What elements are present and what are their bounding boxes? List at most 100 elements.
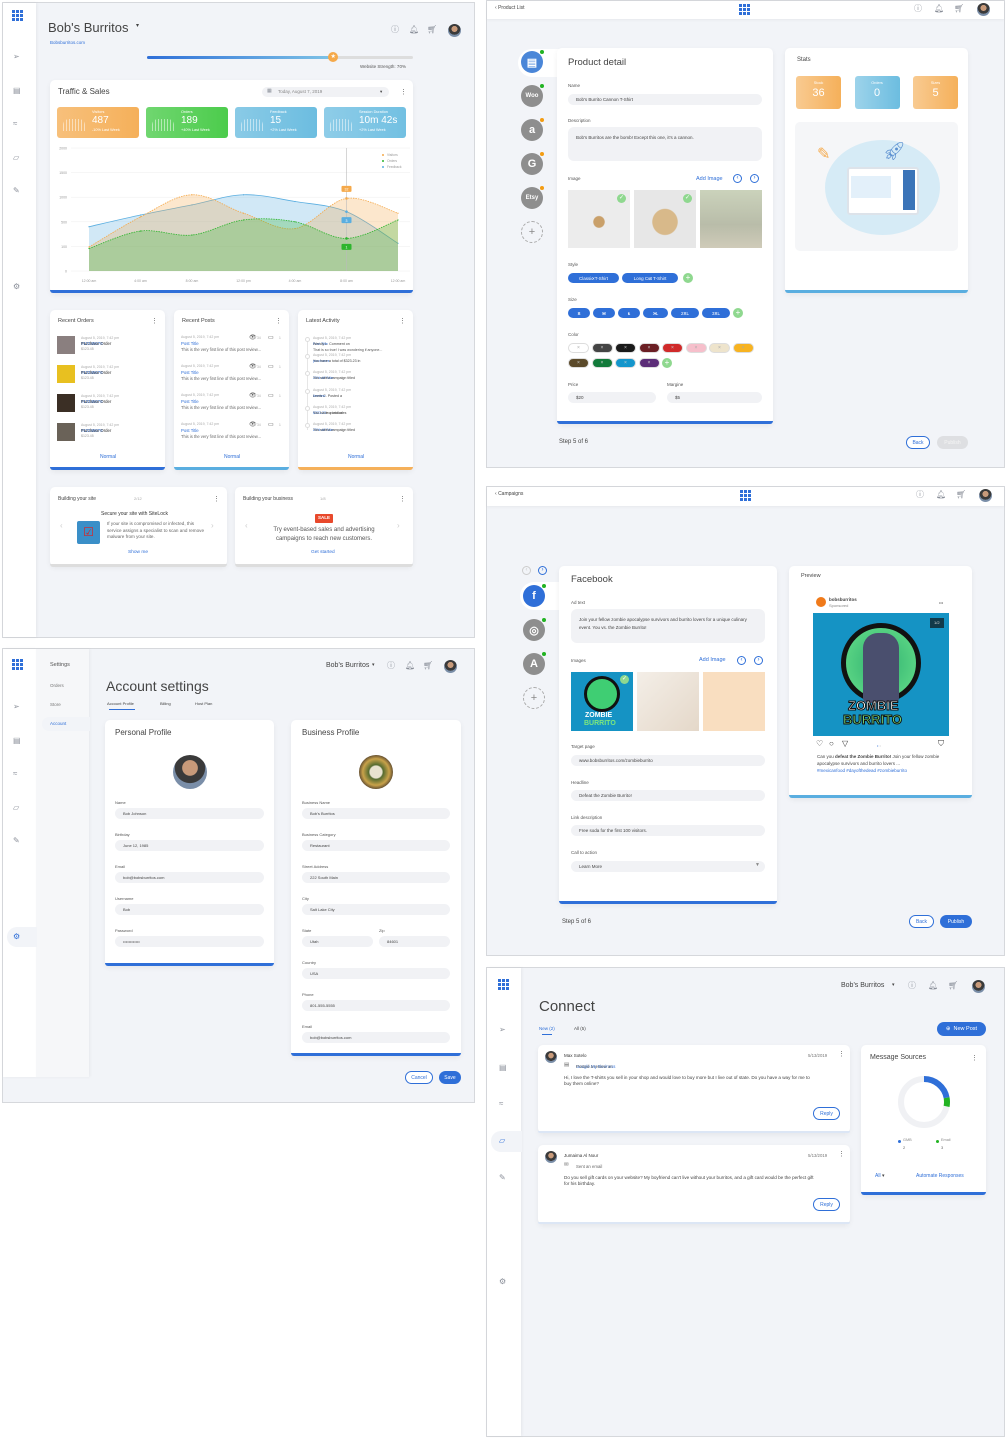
- size-chip[interactable]: XL ×: [643, 308, 668, 318]
- remove-icon[interactable]: ×: [603, 311, 606, 316]
- brand-caret-icon[interactable]: ▾: [372, 663, 375, 668]
- gear-icon[interactable]: ⚙: [13, 283, 20, 291]
- card-menu-icon[interactable]: ⋮: [275, 318, 282, 325]
- color-swatch[interactable]: ×: [662, 343, 683, 353]
- color-swatch[interactable]: ×: [638, 358, 660, 368]
- point-visitors[interactable]: [88, 246, 90, 248]
- point-feedback[interactable]: [88, 226, 90, 228]
- call-to-action-select[interactable]: Learn More: [571, 861, 765, 872]
- product-image-t-shirt[interactable]: ✓: [568, 190, 630, 248]
- product-image-burrito[interactable]: ✓: [634, 190, 696, 248]
- back-product-list[interactable]: ‹ Product List: [495, 6, 524, 11]
- info-icon[interactable]: ⓘ: [391, 26, 399, 34]
- post-title-link[interactable]: Post Title: [181, 341, 199, 346]
- size-chip[interactable]: S ×: [568, 308, 590, 318]
- order-title[interactable]: Purchase Order #12345678: [81, 370, 111, 375]
- color-swatch[interactable]: ×: [732, 343, 754, 353]
- point-visitors[interactable]: [242, 212, 245, 214]
- business-avatar[interactable]: [359, 755, 393, 789]
- sources-menu-icon[interactable]: ⋮: [971, 1055, 978, 1062]
- color-swatch[interactable]: ×: [591, 343, 613, 353]
- price-input[interactable]: $20: [568, 392, 656, 403]
- username-input[interactable]: Bob: [115, 904, 264, 915]
- business-category-input[interactable]: Restaurant: [302, 840, 450, 851]
- email-input[interactable]: bob@bobsburritos.com: [302, 1032, 450, 1043]
- chevron-left-icon[interactable]: ‹: [245, 522, 248, 530]
- avatar[interactable]: [979, 489, 992, 502]
- product-image-person[interactable]: [700, 190, 762, 248]
- password-input[interactable]: ••••••••••••: [115, 936, 264, 947]
- site-link[interactable]: Bobsburritos.com: [50, 40, 85, 46]
- description-textarea[interactable]: Bob's Burritos are the bomb! Except this…: [568, 127, 762, 161]
- next-image-icon[interactable]: ›: [754, 656, 763, 665]
- send-icon[interactable]: ➢: [13, 53, 20, 61]
- chat-icon[interactable]: ▱: [13, 804, 19, 812]
- apps-grid-icon[interactable]: [498, 979, 509, 990]
- add-color-icon[interactable]: +: [662, 358, 672, 368]
- brand-title[interactable]: Bob's Burritos: [48, 21, 129, 34]
- prev-image-icon[interactable]: ‹: [733, 174, 742, 183]
- analytics-icon[interactable]: ≈: [499, 1100, 503, 1108]
- card-menu-icon[interactable]: ⋮: [213, 496, 220, 503]
- add-channel-icon[interactable]: +: [521, 221, 543, 243]
- campaign-image-burrito[interactable]: [637, 672, 699, 731]
- email-input[interactable]: bob@bobsburritos.com: [115, 872, 264, 883]
- remove-icon[interactable]: ×: [628, 311, 631, 316]
- nav-orders[interactable]: Orders: [50, 683, 64, 689]
- order-title[interactable]: Purchase Order #12345678: [81, 428, 111, 433]
- remove-icon[interactable]: ×: [649, 276, 652, 281]
- chat-icon[interactable]: ▱: [499, 1137, 505, 1145]
- cart-icon[interactable]: 🛒︎: [423, 662, 433, 670]
- remove-icon[interactable]: ×: [684, 311, 687, 316]
- campaign-image-zombie[interactable]: ZOMBIE BURRITO ✓: [571, 672, 633, 731]
- channel-google-icon[interactable]: G: [521, 152, 544, 175]
- point-feedback[interactable]: [294, 200, 296, 203]
- apps-grid-icon[interactable]: [12, 10, 23, 21]
- card-menu-icon[interactable]: ⋮: [151, 318, 158, 325]
- show-me-link[interactable]: Show me: [128, 550, 148, 556]
- pen-icon[interactable]: ✎: [13, 837, 20, 845]
- channel-etsy-icon[interactable]: Etsy: [521, 186, 544, 209]
- style-chip[interactable]: Classic T-Shirt ×: [568, 273, 619, 283]
- point-orders[interactable]: [397, 219, 399, 221]
- business-name-input[interactable]: Bob's Burritos: [302, 808, 450, 819]
- cart-icon[interactable]: 🛒︎: [954, 5, 964, 13]
- point-orders[interactable]: [88, 247, 90, 250]
- color-swatch[interactable]: ×: [685, 343, 707, 353]
- store-icon[interactable]: ▤: [499, 1064, 507, 1072]
- get-started-link[interactable]: Get started: [311, 550, 335, 556]
- point-orders[interactable]: [191, 234, 193, 236]
- channel-woocommerce-icon[interactable]: Woo: [521, 84, 544, 107]
- margin-input[interactable]: $5: [667, 392, 762, 403]
- automate-responses-link[interactable]: Automate Responses: [916, 1174, 964, 1179]
- point-orders[interactable]: [294, 221, 296, 223]
- order-title[interactable]: Purchase Order #12345678: [81, 341, 111, 346]
- channel-amazon-icon[interactable]: a: [521, 118, 544, 141]
- size-chip[interactable]: 2XL ×: [671, 308, 699, 318]
- tab-new[interactable]: New (2): [539, 1026, 555, 1032]
- post-title-link[interactable]: Post Title: [181, 399, 199, 404]
- cart-icon[interactable]: 🛒︎: [948, 982, 958, 990]
- card-footer-link[interactable]: Normal: [224, 455, 240, 460]
- add-image-link[interactable]: Add Image: [696, 176, 723, 183]
- remove-icon[interactable]: ×: [654, 311, 657, 316]
- gear-icon[interactable]: ⚙: [13, 933, 20, 941]
- info-icon[interactable]: ⓘ: [914, 5, 922, 13]
- ad-text-textarea[interactable]: Join your fellow zombie apocalypse survi…: [571, 609, 765, 643]
- color-swatch[interactable]: ×: [568, 358, 589, 368]
- card-footer-link[interactable]: Normal: [348, 455, 364, 460]
- name-input[interactable]: Bob's Burrito Cannon T-Shirt: [568, 94, 762, 105]
- campaign-image-pinata[interactable]: [703, 672, 765, 731]
- nav-account[interactable]: Account: [50, 721, 66, 727]
- bell-icon[interactable]: 🔔︎: [928, 982, 938, 990]
- headline-input[interactable]: Defeat the Zombie Burrito!: [571, 790, 765, 801]
- phone-input[interactable]: 801-555-5555: [302, 1000, 450, 1011]
- info-icon[interactable]: ⓘ: [387, 662, 395, 670]
- card-menu-icon[interactable]: ⋮: [399, 496, 406, 503]
- prev-channel-icon[interactable]: ‹: [522, 566, 531, 575]
- reply-button[interactable]: Reply: [813, 1107, 840, 1120]
- bell-icon[interactable]: 🔔︎: [934, 5, 944, 13]
- bell-icon[interactable]: 🔔︎: [409, 26, 419, 34]
- point-feedback[interactable]: [139, 214, 142, 216]
- prev-image-icon[interactable]: ‹: [737, 656, 746, 665]
